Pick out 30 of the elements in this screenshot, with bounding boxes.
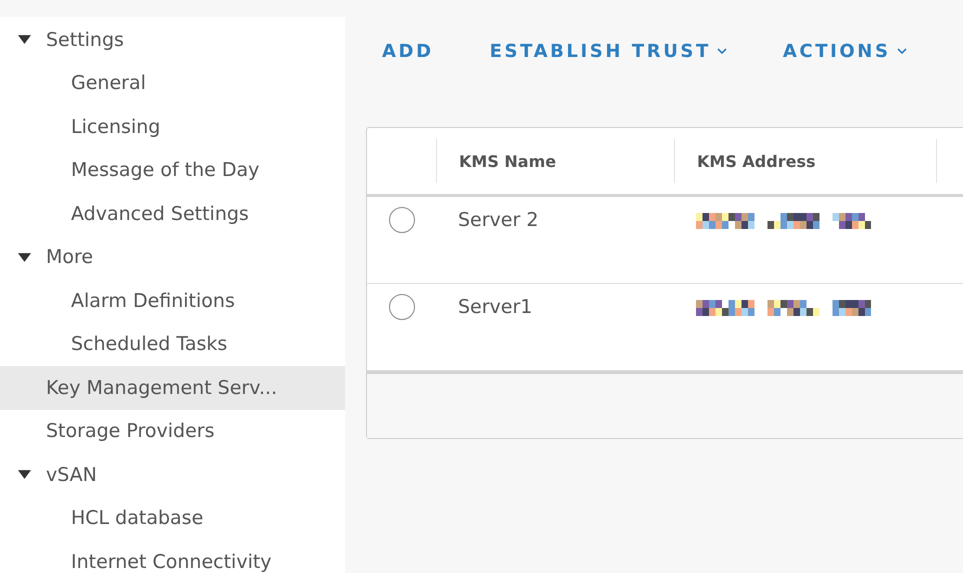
group-label: Settings	[46, 28, 124, 51]
caret-icon[interactable]	[18, 470, 31, 480]
sidebar-item[interactable]: Scheduled Tasks	[0, 322, 345, 366]
toolbar-button[interactable]: ADD	[376, 36, 440, 66]
radio-button[interactable]	[388, 207, 414, 233]
table-cell: Server1	[458, 296, 532, 318]
sidebar-item[interactable]: Storage Providers	[0, 410, 345, 453]
sidebar-item[interactable]: Advanced Settings	[0, 192, 345, 236]
toolbar-button[interactable]: ESTABLISH TRUST	[484, 36, 733, 66]
group-label: More	[46, 246, 94, 268]
tree-group[interactable]: More	[0, 236, 345, 279]
column-header[interactable]: KMS Address	[697, 152, 816, 170]
group-label: vSAN	[46, 464, 97, 486]
tree-group[interactable]: Settings	[0, 18, 345, 62]
column-header[interactable]: KMS Name	[459, 152, 556, 170]
toolbar-button[interactable]: ACTIONS	[776, 36, 913, 66]
sidebar-item[interactable]: HCL database	[0, 496, 345, 540]
sidebar-item[interactable]: Licensing	[0, 105, 345, 148]
sidebar-item[interactable]: Internet Connectivity	[0, 540, 345, 573]
sidebar-item[interactable]: Message of the Day	[0, 148, 345, 192]
sidebar-item[interactable]: Key Management Serv...	[0, 366, 345, 410]
tree-group[interactable]: vSAN	[0, 453, 345, 496]
chevron-down-icon	[896, 48, 907, 54]
caret-icon[interactable]	[18, 35, 31, 44]
sidebar-item[interactable]: General	[0, 62, 345, 105]
chevron-down-icon	[716, 48, 727, 54]
caret-icon[interactable]	[18, 252, 31, 262]
table-cell: Server 2	[458, 209, 538, 231]
radio-button[interactable]	[388, 294, 414, 320]
sidebar-item[interactable]: Alarm Definitions	[0, 279, 345, 322]
